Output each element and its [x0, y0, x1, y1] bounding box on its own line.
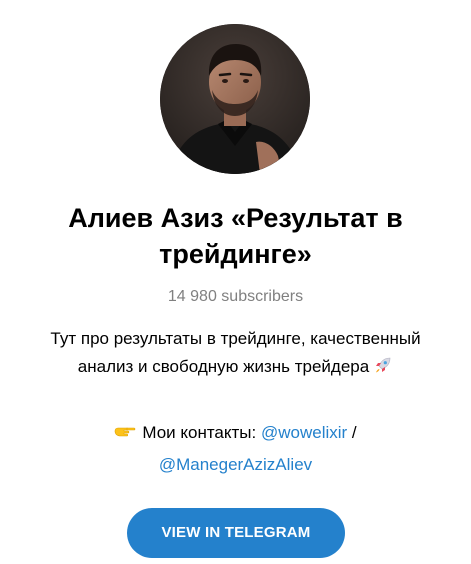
avatar-photo [160, 24, 310, 174]
view-in-telegram-button[interactable]: VIEW IN TELEGRAM [127, 508, 345, 558]
description-line2-wrap: анализ и свободную жизнь трейдера [0, 353, 471, 381]
contacts-separator: / [347, 423, 357, 442]
contact-link-wowelixir[interactable]: @wowelixir [261, 423, 347, 442]
contacts-block: Мои контакты: @wowelixir / @ManegerAzizA… [0, 417, 471, 481]
contact-link-manager[interactable]: @ManegerAzizAliev [159, 455, 312, 474]
rocket-icon [376, 357, 391, 373]
description-line2: анализ и свободную жизнь трейдера [77, 357, 370, 376]
contacts-line2: @ManegerAzizAliev [0, 449, 471, 481]
pointing-hand-icon [115, 427, 136, 437]
channel-avatar [160, 24, 310, 174]
subscriber-count: 14 980 subscribers [167, 288, 304, 305]
channel-description: Тут про результаты в трейдинге, качестве… [0, 325, 471, 381]
description-line1: Тут про результаты в трейдинге, качестве… [50, 329, 421, 348]
channel-title: Алиев Азиз «Результат в трейдинге» [20, 200, 451, 272]
channel-title-line1: Алиев Азиз «Результат в [68, 203, 403, 233]
contacts-label: Мои контакты: [142, 423, 261, 442]
channel-preview-card: Алиев Азиз «Результат в трейдинге» 14 98… [0, 0, 471, 564]
contacts-line1: Мои контакты: @wowelixir / [0, 417, 471, 449]
channel-title-line2: трейдинге» [159, 239, 312, 269]
